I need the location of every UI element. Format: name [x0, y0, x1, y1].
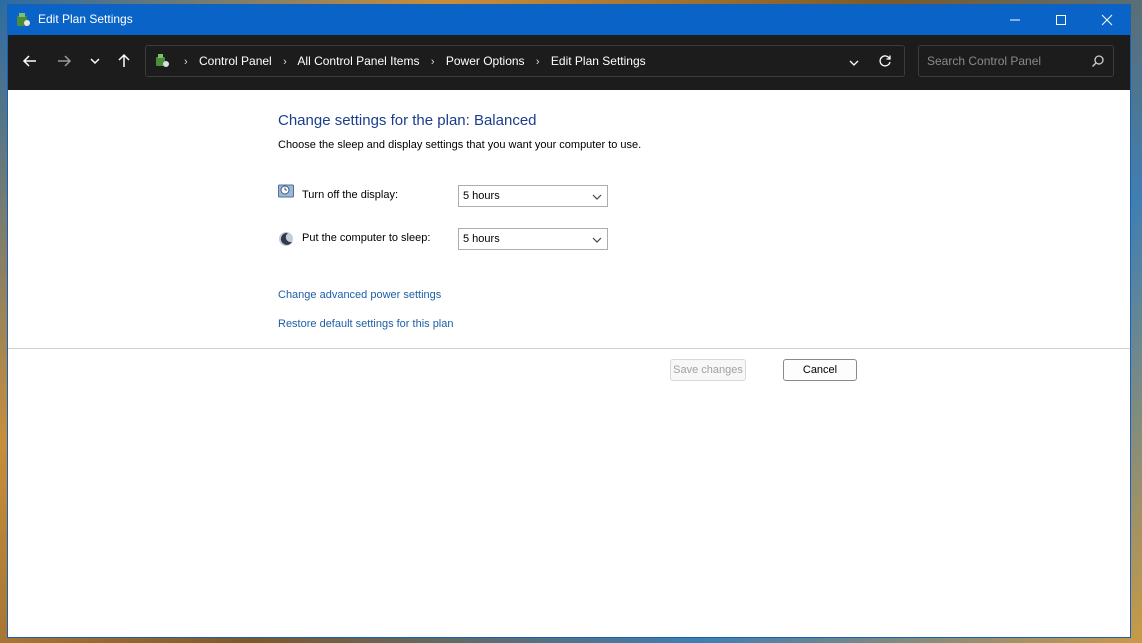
chevron-down-icon	[592, 237, 602, 243]
address-bar[interactable]: › Control Panel › All Control Panel Item…	[145, 45, 905, 77]
refresh-icon	[879, 55, 891, 67]
page-subtitle: Choose the sleep and display settings th…	[278, 139, 642, 151]
breadcrumb-control-panel[interactable]: Control Panel	[199, 54, 272, 68]
back-button[interactable]	[19, 50, 41, 72]
chevron-down-icon	[592, 194, 602, 200]
minimize-icon	[1010, 19, 1020, 21]
power-options-icon	[14, 11, 32, 29]
advanced-power-settings-link[interactable]: Change advanced power settings	[278, 289, 441, 301]
arrow-up-icon	[118, 53, 130, 67]
arrow-right-icon	[58, 55, 72, 67]
sleep-label: Put the computer to sleep:	[302, 232, 431, 244]
display-label: Turn off the display:	[302, 189, 398, 201]
sleep-timeout-value: 5 hours	[463, 233, 500, 245]
display-timeout-select[interactable]: 5 hours	[458, 185, 608, 207]
save-changes-button[interactable]: Save changes	[670, 359, 746, 381]
forward-button[interactable]	[53, 50, 75, 72]
maximize-icon	[1056, 15, 1066, 25]
navigation-bar: › Control Panel › All Control Panel Item…	[8, 35, 1130, 90]
breadcrumb-power-options[interactable]: Power Options	[446, 54, 525, 68]
close-button[interactable]	[1084, 5, 1130, 35]
breadcrumb: › Control Panel › All Control Panel Item…	[176, 54, 646, 68]
main-content: Change settings for the plan: Balanced C…	[8, 90, 1130, 639]
sleep-timeout-select[interactable]: 5 hours	[458, 228, 608, 250]
search-input[interactable]: Search Control Panel	[927, 54, 1041, 68]
divider	[8, 348, 1130, 349]
control-panel-icon	[154, 53, 170, 69]
chevron-down-icon	[849, 60, 859, 66]
window-title: Edit Plan Settings	[38, 12, 133, 26]
breadcrumb-all-items[interactable]: All Control Panel Items	[297, 54, 419, 68]
chevron-right-icon[interactable]: ›	[431, 56, 435, 68]
page-title: Change settings for the plan: Balanced	[278, 112, 537, 129]
close-icon	[1101, 14, 1113, 26]
chevron-right-icon: ›	[184, 56, 188, 68]
arrow-left-icon	[22, 55, 36, 67]
maximize-button[interactable]	[1038, 5, 1084, 35]
display-icon	[278, 183, 294, 199]
edit-plan-window: Edit Plan Settings › Control Panel › All…	[7, 4, 1131, 638]
display-timeout-value: 5 hours	[463, 190, 500, 202]
chevron-down-icon	[90, 58, 100, 65]
restore-defaults-link[interactable]: Restore default settings for this plan	[278, 318, 453, 330]
refresh-button[interactable]	[878, 54, 892, 73]
sleep-moon-icon	[278, 231, 294, 247]
chevron-right-icon[interactable]: ›	[536, 56, 540, 68]
search-icon[interactable]	[1091, 54, 1105, 73]
breadcrumb-edit-plan-settings[interactable]: Edit Plan Settings	[551, 54, 646, 68]
minimize-button[interactable]	[992, 5, 1038, 35]
address-history-button[interactable]	[848, 56, 860, 74]
title-bar: Edit Plan Settings	[8, 5, 1130, 35]
cancel-button[interactable]: Cancel	[783, 359, 857, 381]
up-button[interactable]	[113, 50, 135, 72]
chevron-right-icon[interactable]: ›	[283, 56, 287, 68]
recent-locations-button[interactable]	[84, 50, 106, 72]
search-box[interactable]: Search Control Panel	[918, 45, 1114, 77]
